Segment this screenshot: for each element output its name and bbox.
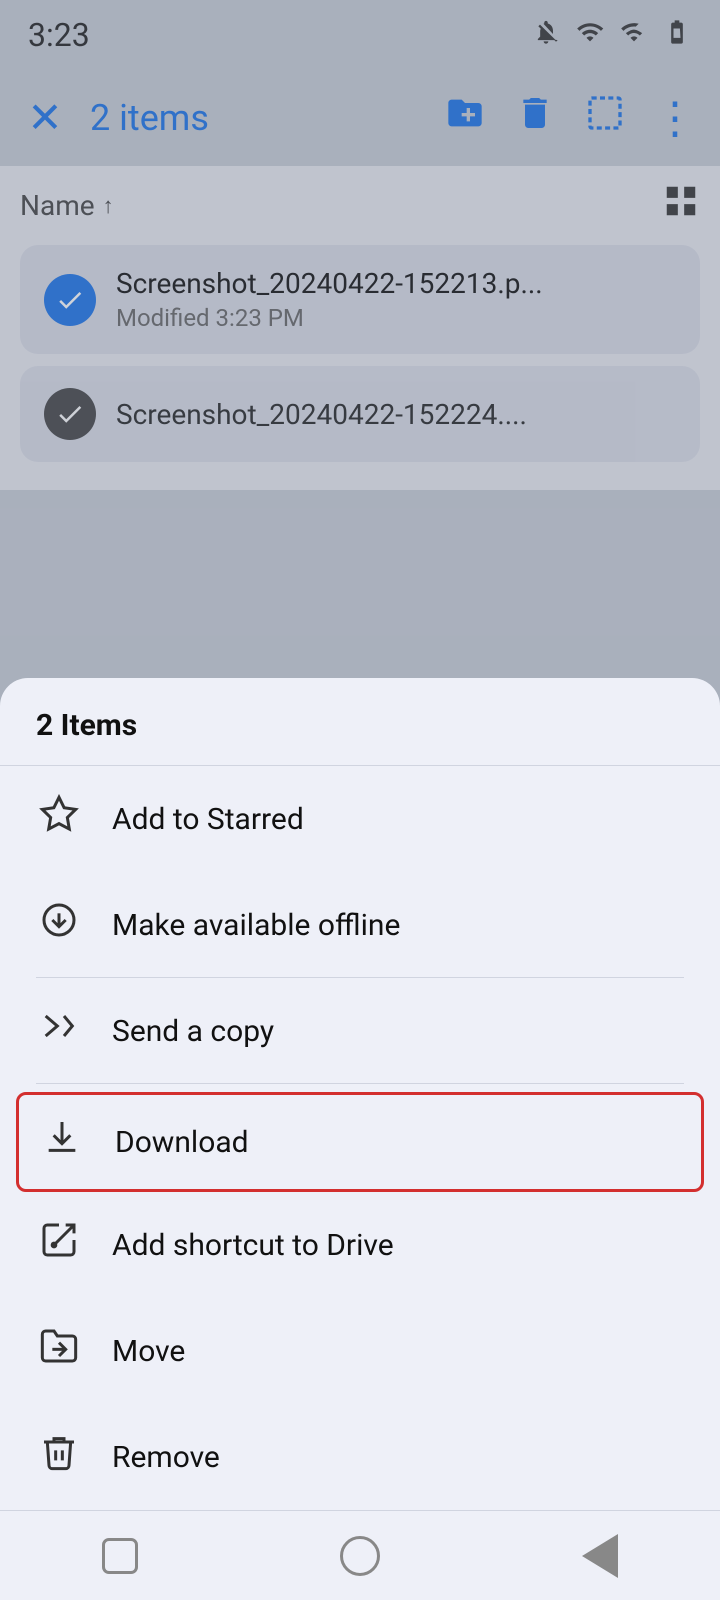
remove-item[interactable]: Remove [0, 1404, 720, 1510]
nav-back-button[interactable] [568, 1524, 632, 1588]
move-folder-icon [36, 1326, 82, 1376]
sheet-header: 2 Items [0, 678, 720, 766]
add-shortcut-label: Add shortcut to Drive [112, 1228, 394, 1263]
sheet-title: 2 Items [36, 708, 137, 743]
bottom-sheet: 2 Items Add to Starred Make available of… [0, 678, 720, 1600]
nav-bar [0, 1510, 720, 1600]
add-starred-item[interactable]: Add to Starred [0, 766, 720, 872]
send-icon [36, 1006, 82, 1056]
download-item[interactable]: Download [16, 1092, 704, 1192]
download-label: Download [115, 1125, 249, 1160]
star-icon [36, 794, 82, 844]
add-shortcut-item[interactable]: Add shortcut to Drive [0, 1192, 720, 1298]
trash-icon [36, 1432, 82, 1482]
nav-home-button[interactable] [328, 1524, 392, 1588]
offline-icon [36, 900, 82, 950]
send-copy-label: Send a copy [112, 1014, 274, 1049]
send-copy-item[interactable]: Send a copy [0, 978, 720, 1084]
remove-label: Remove [112, 1440, 220, 1475]
download-icon [39, 1117, 85, 1167]
offline-label: Make available offline [112, 908, 400, 943]
offline-item[interactable]: Make available offline [0, 872, 720, 978]
nav-square-button[interactable] [88, 1524, 152, 1588]
move-label: Move [112, 1334, 185, 1369]
add-starred-label: Add to Starred [112, 802, 304, 837]
shortcut-icon [36, 1220, 82, 1270]
move-item[interactable]: Move [0, 1298, 720, 1404]
